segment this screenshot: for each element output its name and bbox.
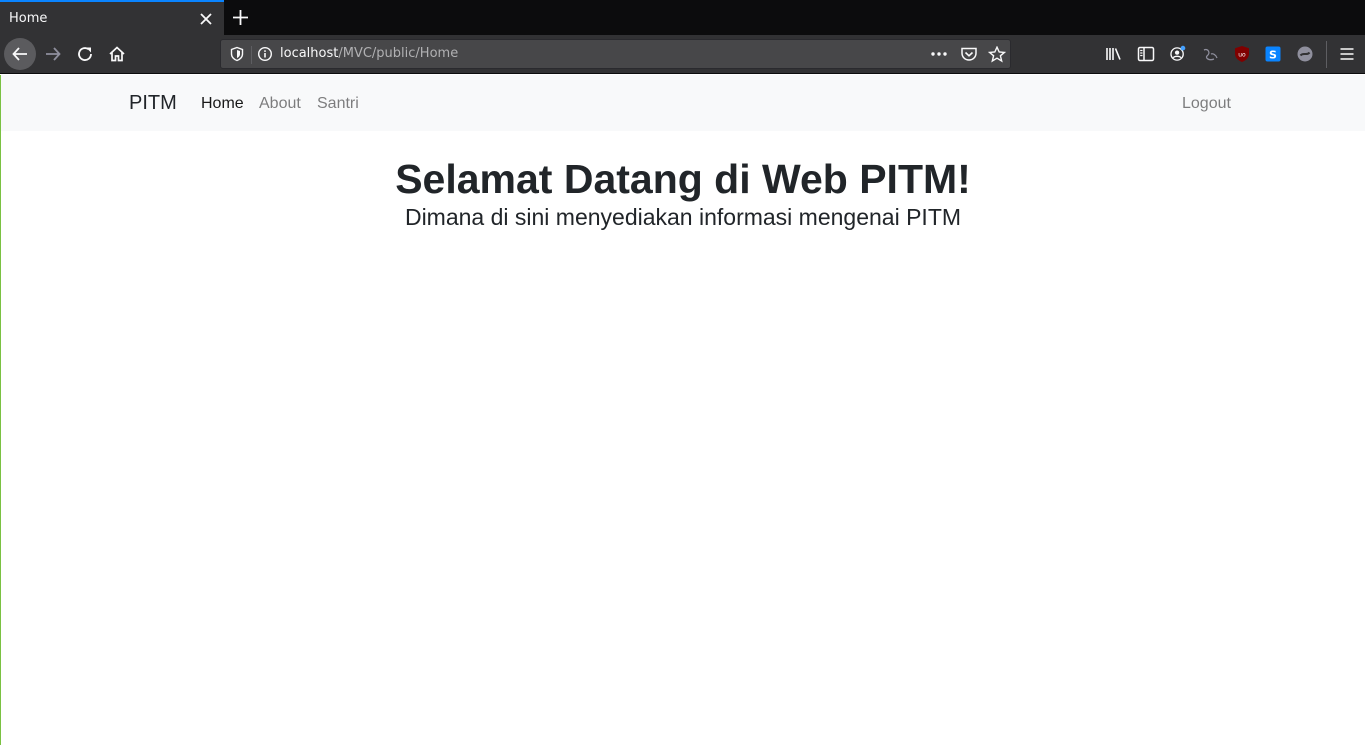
page-viewport: PITM Home About Santri Logout Selamat Da… (0, 75, 1365, 745)
disabled-extension-icon[interactable] (1296, 45, 1314, 63)
shield-icon[interactable] (229, 46, 245, 62)
url-text[interactable]: localhost/MVC/public/Home (280, 46, 458, 61)
forward-arrow-icon (46, 47, 61, 61)
brand-link[interactable]: PITM (129, 92, 177, 115)
home-icon (109, 46, 125, 62)
page-subtitle: Dimana di sini menyediakan informasi men… (404, 204, 962, 230)
url-host: localhost (280, 46, 339, 61)
s-extension-icon[interactable]: S (1264, 45, 1282, 63)
library-icon[interactable] (1105, 45, 1123, 63)
nav-home-link[interactable]: Home (201, 95, 244, 113)
toolbar-divider (1326, 41, 1327, 68)
back-button[interactable] (4, 38, 36, 70)
hero-section: Selamat Datang di Web PITM! Dimana di si… (1, 155, 1365, 233)
url-path: /MVC/public/Home (338, 46, 459, 61)
info-icon[interactable] (257, 46, 273, 62)
new-tab-icon[interactable] (232, 9, 249, 26)
reload-icon (78, 47, 92, 61)
forward-button[interactable] (37, 38, 69, 70)
reload-button[interactable] (69, 38, 101, 70)
pocket-icon[interactable] (960, 46, 978, 62)
svg-text:uo: uo (1238, 51, 1246, 58)
tab-strip: Home (0, 0, 1365, 35)
nav-about-link[interactable]: About (259, 95, 301, 113)
ublock-icon[interactable]: uo (1233, 45, 1251, 63)
page-title: Selamat Datang di Web PITM! (395, 156, 971, 202)
tab-home[interactable]: Home (0, 0, 224, 35)
tab-title: Home (9, 11, 48, 26)
page-actions-icon[interactable] (930, 46, 948, 62)
back-arrow-icon (12, 47, 27, 61)
menu-icon[interactable] (1338, 45, 1356, 63)
account-icon[interactable] (1169, 45, 1187, 63)
sidebar-icon[interactable] (1137, 45, 1155, 63)
urlbar-divider (251, 46, 252, 64)
svg-text:S: S (1269, 48, 1277, 61)
extension-icon[interactable] (1201, 45, 1219, 63)
nav-santri-link[interactable]: Santri (317, 95, 359, 113)
logout-link[interactable]: Logout (1182, 95, 1231, 113)
browser-toolbar: localhost/MVC/public/Home uo S (0, 35, 1365, 74)
site-navbar: PITM Home About Santri Logout (1, 75, 1365, 131)
url-bar[interactable]: localhost/MVC/public/Home (220, 39, 1011, 69)
close-icon[interactable] (199, 12, 213, 26)
home-button[interactable] (101, 38, 133, 70)
bookmark-star-icon[interactable] (988, 46, 1006, 63)
